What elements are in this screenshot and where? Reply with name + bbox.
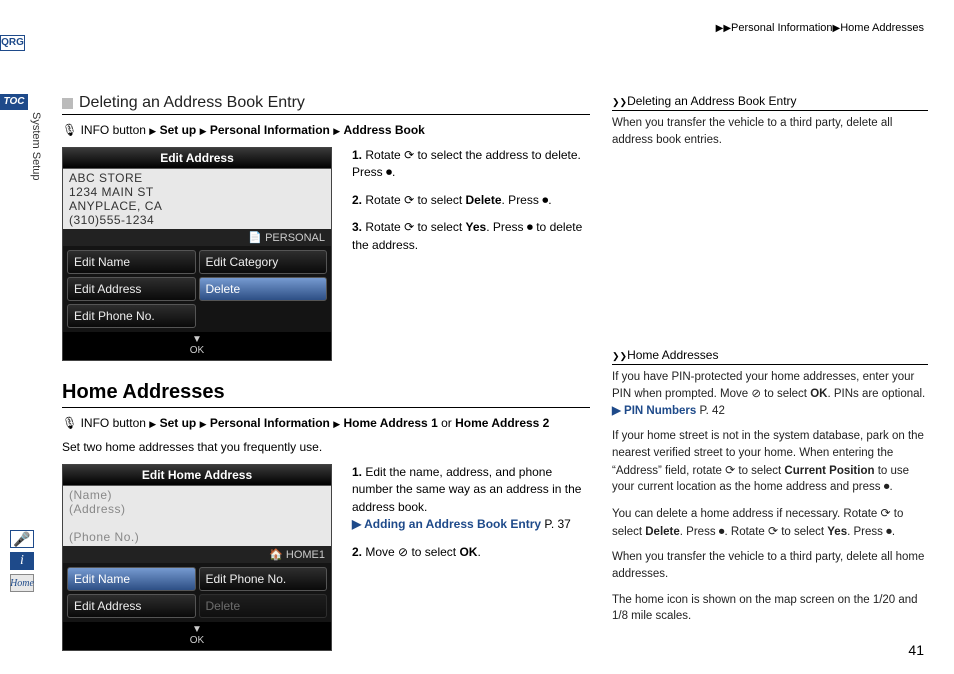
section-title-deleting: Deleting an Address Book Entry: [62, 94, 590, 115]
info-icon[interactable]: i: [10, 552, 34, 570]
link-pin-numbers[interactable]: ▶ PIN Numbers: [612, 405, 696, 417]
tab-qrg[interactable]: QRG: [0, 35, 25, 51]
rotate-icon: ⟳: [404, 193, 414, 207]
section-title-home-addresses: Home Addresses: [62, 381, 590, 408]
screenshot-edit-home-address: Edit Home Address (Name) (Address) (Phon…: [62, 464, 332, 651]
screen-btn: Edit Name: [67, 250, 196, 274]
move-icon: ⊘: [751, 388, 761, 400]
screenshot-edit-address: Edit Address ABC STORE 1234 MAIN ST ANYP…: [62, 147, 332, 361]
move-icon: ⊘: [398, 545, 408, 559]
rotate-icon: ⟳: [725, 463, 735, 477]
nav-path-1: 🎙 INFO button ▶ Set up ▶ Personal Inform…: [62, 121, 590, 139]
rotate-icon: ⟳: [881, 506, 891, 520]
screen-btn: Edit Phone No.: [67, 304, 196, 328]
note-deleting: Deleting an Address Book Entry When you …: [612, 94, 928, 148]
home-icon[interactable]: Home: [10, 574, 34, 592]
intro-text: Set two home addresses that you frequent…: [62, 440, 590, 454]
screen-btn: Edit Address: [67, 594, 196, 618]
link-adding-entry[interactable]: ▶ Adding an Address Book Entry: [352, 517, 541, 531]
rotate-icon: ⟳: [404, 220, 414, 234]
screen-btn: Edit Category: [199, 250, 328, 274]
screen-btn-delete-disabled: Delete: [199, 594, 328, 618]
rotate-icon: ⟳: [404, 148, 414, 162]
nav-path-2: 🎙 INFO button ▶ Set up ▶ Personal Inform…: [62, 414, 590, 432]
screen-btn-edit-name: Edit Name: [67, 567, 196, 591]
rotate-icon: ⟳: [768, 524, 778, 538]
section-bullet-icon: [62, 98, 73, 109]
tab-toc[interactable]: TOC: [0, 94, 28, 110]
sidebar-section-label: System Setup: [30, 112, 42, 180]
voice-icon[interactable]: 🎤: [10, 530, 34, 548]
screen-title: Edit Home Address: [63, 465, 331, 486]
screen-btn: Edit Address: [67, 277, 196, 301]
page-number: 41: [908, 642, 924, 658]
breadcrumb: ▶▶Personal Information▶Home Addresses: [716, 22, 924, 34]
screen-title: Edit Address: [63, 148, 331, 169]
screen-btn-delete: Delete: [199, 277, 328, 301]
steps-1: 1. Rotate ⟳ to select the address to del…: [352, 147, 590, 264]
steps-2: 1. Edit the name, address, and phone num…: [352, 464, 590, 571]
note-home-addresses: Home Addresses If you have PIN-protected…: [612, 348, 928, 625]
screen-btn: Edit Phone No.: [199, 567, 328, 591]
